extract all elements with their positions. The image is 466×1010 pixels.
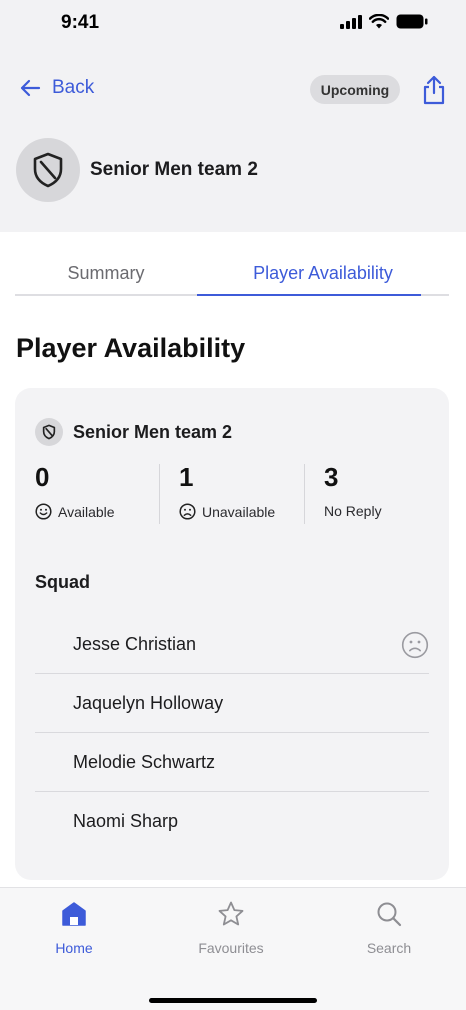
tab-label: Home [55,940,93,956]
search-icon [377,902,402,927]
signal-icon [340,14,362,29]
list-item[interactable]: Naomi Sharp [35,792,429,851]
squad-list: Jesse Christian Jaquelyn Holloway Melodi… [35,615,429,851]
frown-icon [401,631,429,659]
stat-available: 0 Available [35,462,115,520]
tab-home[interactable]: Home [14,900,134,956]
share-icon [423,75,445,105]
shield-icon [33,152,63,188]
status-bar: 9:41 [0,0,466,50]
stat-count: 3 [324,462,339,492]
page-title: Player Availability [16,333,246,363]
wifi-icon [369,14,389,29]
frown-icon [179,503,196,520]
card-team-name: Senior Men team 2 [73,421,233,442]
player-name: Melodie Schwartz [73,751,216,772]
active-tab-indicator [197,294,421,296]
home-icon [62,902,86,926]
list-item[interactable]: Jaquelyn Holloway [35,674,429,733]
stat-label: No Reply [324,503,382,519]
main-content: Summary Player Availability Player Avail… [0,232,466,887]
smile-icon [35,503,52,520]
bottom-tab-bar: Home Favourites Search [0,887,466,1010]
tab-favourites[interactable]: Favourites [171,900,291,956]
tab-label: Search [366,940,412,956]
list-item[interactable]: Jesse Christian [35,615,429,674]
player-name: Naomi Sharp [73,811,179,831]
stat-label: Available [35,503,115,520]
shield-icon [42,424,56,440]
share-button[interactable] [420,74,448,106]
list-item[interactable]: Melodie Schwartz [35,733,429,792]
status-badge: Upcoming [310,75,400,104]
team-avatar [16,138,80,202]
arrow-left-icon [20,79,41,97]
stat-count: 0 [35,462,50,492]
tab-player-availability[interactable]: Player Availability [197,250,449,296]
divider [159,464,160,524]
tab-bar-segmented: Summary Player Availability [15,250,449,296]
tab-label: Favourites [198,940,264,956]
team-name: Senior Men team 2 [90,159,258,180]
stat-label: Unavailable [179,503,275,520]
divider [304,464,305,524]
card-team-avatar [35,418,63,446]
stat-label-text: Available [58,503,115,520]
back-button[interactable]: Back [18,76,94,100]
status-time: 9:41 [61,12,100,33]
squad-heading: Squad [35,572,91,592]
stat-label-text: Unavailable [202,503,276,520]
stat-count: 1 [179,462,194,492]
screen: 9:41 Back Upcoming Senior Men team 2 Sum… [0,0,466,1010]
star-icon [218,901,244,926]
tab-search[interactable]: Search [329,900,449,956]
player-name: Jaquelyn Holloway [73,692,224,713]
back-label: Back [52,77,95,98]
availability-card: Senior Men team 2 0 Available 1 Unavaila… [15,388,449,880]
stat-no-reply: 3 No Reply [324,462,382,519]
tab-summary[interactable]: Summary [15,250,197,296]
stat-label-text: No Reply [324,503,382,519]
status-icons [340,14,428,29]
card-team-header: Senior Men team 2 [35,418,232,446]
home-indicator [149,998,317,1003]
player-name: Jesse Christian [73,633,197,654]
battery-icon [396,14,428,29]
stat-unavailable: 1 Unavailable [179,462,275,520]
